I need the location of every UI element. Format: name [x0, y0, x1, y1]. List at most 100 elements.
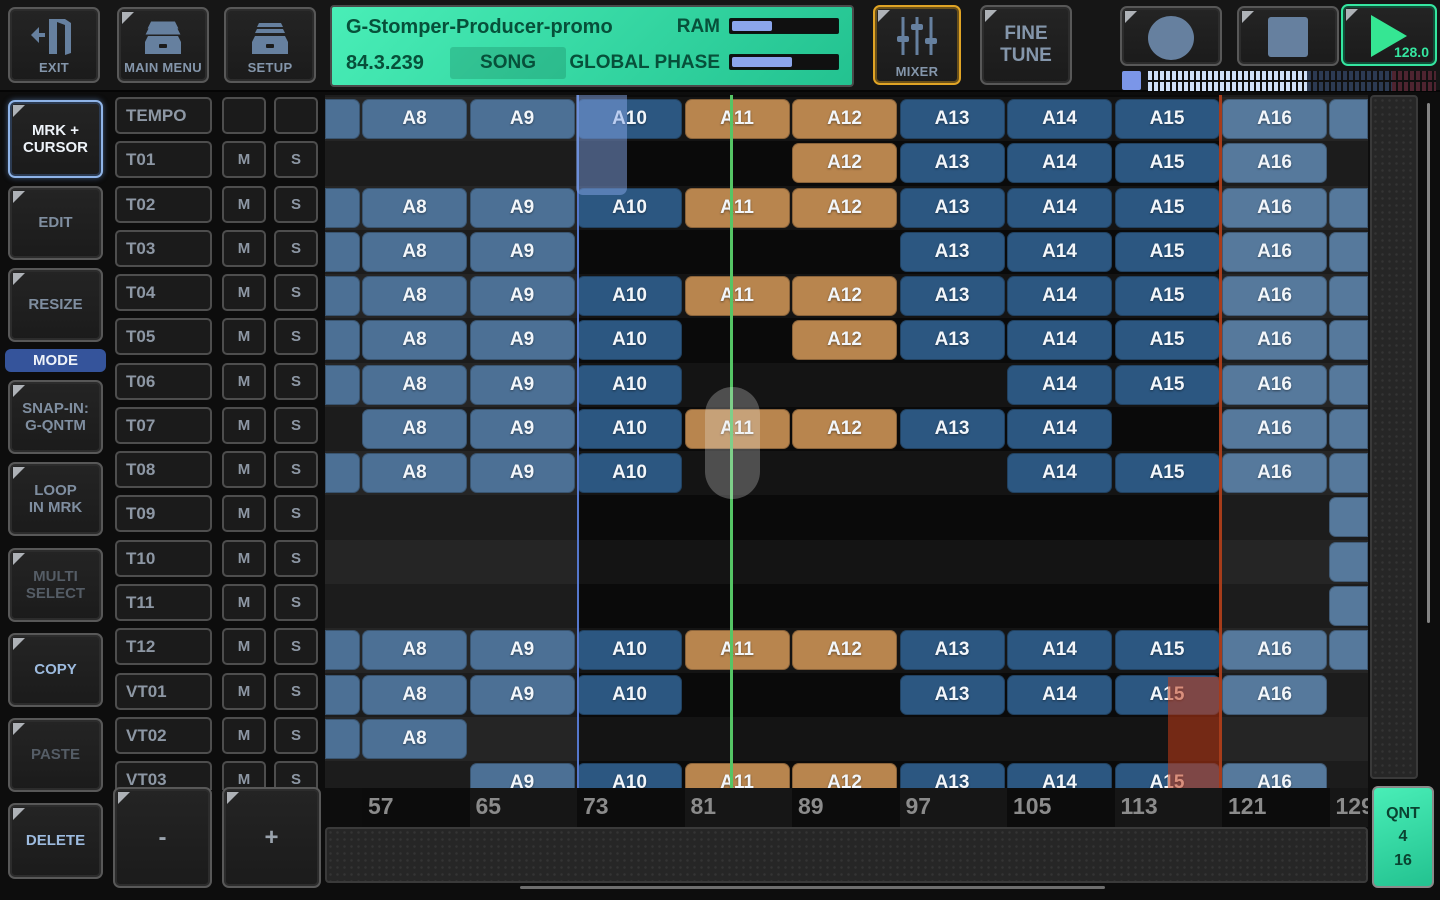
- exit-button[interactable]: EXIT: [8, 7, 100, 83]
- pattern-block-a14[interactable]: A14: [1007, 276, 1112, 316]
- pattern-block-partial[interactable]: [325, 630, 360, 670]
- pattern-block-partial[interactable]: [1329, 497, 1368, 537]
- song-position-meter[interactable]: [1122, 71, 1438, 91]
- track-label-t02[interactable]: T02: [115, 186, 212, 223]
- solo-button-t11[interactable]: S: [274, 584, 318, 621]
- pattern-block-partial[interactable]: [1329, 99, 1368, 139]
- pattern-block-a14[interactable]: A14: [1007, 232, 1112, 272]
- mute-button-t04[interactable]: M: [222, 274, 266, 311]
- pattern-block-a12[interactable]: A12: [792, 276, 897, 316]
- pattern-block-a10[interactable]: A10: [577, 276, 682, 316]
- pattern-block-a15[interactable]: A15: [1115, 276, 1220, 316]
- pattern-block-a12[interactable]: A12: [792, 99, 897, 139]
- sidebar-button-mrk-cursor[interactable]: MRK + CURSOR: [8, 100, 103, 178]
- zoom-out-button[interactable]: -: [113, 787, 212, 888]
- pattern-block-a11[interactable]: A11: [685, 188, 790, 228]
- track-label-t06[interactable]: T06: [115, 363, 212, 400]
- pattern-block-partial[interactable]: [1329, 365, 1368, 405]
- pattern-block-a13[interactable]: A13: [900, 188, 1005, 228]
- pattern-block-partial[interactable]: [1329, 232, 1368, 272]
- main-menu-button[interactable]: MAIN MENU: [117, 7, 209, 83]
- solo-button-t12[interactable]: S: [274, 628, 318, 665]
- solo-button-t02[interactable]: S: [274, 186, 318, 223]
- mute-button-vt01[interactable]: M: [222, 673, 266, 710]
- pattern-block-a12[interactable]: A12: [792, 630, 897, 670]
- solo-button-t05[interactable]: S: [274, 318, 318, 355]
- pattern-block-partial[interactable]: [1329, 586, 1368, 626]
- pattern-block-a13[interactable]: A13: [900, 276, 1005, 316]
- pattern-block-a13[interactable]: A13: [900, 409, 1005, 449]
- pattern-block-a16[interactable]: A16: [1222, 232, 1327, 272]
- pattern-block-a8[interactable]: A8: [362, 365, 467, 405]
- pattern-block-a14[interactable]: A14: [1007, 453, 1112, 493]
- mute-button-t02[interactable]: M: [222, 186, 266, 223]
- pattern-block-a9[interactable]: A9: [470, 453, 575, 493]
- pattern-block-partial[interactable]: [325, 320, 360, 360]
- pattern-block-a14[interactable]: A14: [1007, 188, 1112, 228]
- track-label-vt03[interactable]: VT03: [115, 761, 212, 790]
- pattern-block-a13[interactable]: A13: [900, 143, 1005, 183]
- pattern-block-a15[interactable]: A15: [1115, 630, 1220, 670]
- pattern-block-a14[interactable]: A14: [1007, 409, 1112, 449]
- track-label-t04[interactable]: T04: [115, 274, 212, 311]
- pattern-block-partial[interactable]: [1329, 409, 1368, 449]
- solo-button-t04[interactable]: S: [274, 274, 318, 311]
- mute-button-t01[interactable]: M: [222, 141, 266, 178]
- track-label-tempo[interactable]: TEMPO: [115, 97, 212, 134]
- sidebar-button-loop-in-mrk[interactable]: LOOP IN MRK: [8, 462, 103, 536]
- pattern-block-a9[interactable]: A9: [470, 409, 575, 449]
- pattern-block-partial[interactable]: [325, 276, 360, 316]
- pattern-block-a12[interactable]: A12: [792, 188, 897, 228]
- timeline-ruler[interactable]: 576573818997105113121129: [325, 788, 1368, 827]
- mute-button-t08[interactable]: M: [222, 451, 266, 488]
- record-button[interactable]: [1120, 6, 1222, 66]
- sidebar-button-multi-select[interactable]: MULTI SELECT: [8, 548, 103, 622]
- track-label-t03[interactable]: T03: [115, 230, 212, 267]
- pattern-block-partial[interactable]: [325, 232, 360, 272]
- pattern-block-a9[interactable]: A9: [470, 763, 575, 788]
- pattern-block-a11[interactable]: A11: [685, 763, 790, 788]
- pattern-block-a8[interactable]: A8: [362, 99, 467, 139]
- pattern-block-a10[interactable]: A10: [577, 453, 682, 493]
- sidebar-button-resize[interactable]: RESIZE: [8, 268, 103, 342]
- solo-button-t06[interactable]: S: [274, 363, 318, 400]
- mixer-button[interactable]: MIXER: [873, 5, 961, 85]
- track-label-t07[interactable]: T07: [115, 407, 212, 444]
- mute-button-t12[interactable]: M: [222, 628, 266, 665]
- pattern-block-a15[interactable]: A15: [1115, 232, 1220, 272]
- pattern-block-a16[interactable]: A16: [1222, 365, 1327, 405]
- pattern-block-a14[interactable]: A14: [1007, 143, 1112, 183]
- mute-button-t09[interactable]: M: [222, 495, 266, 532]
- track-label-t10[interactable]: T10: [115, 540, 212, 577]
- solo-button-t10[interactable]: S: [274, 540, 318, 577]
- solo-button-t07[interactable]: S: [274, 407, 318, 444]
- sidebar-button-edit[interactable]: EDIT: [8, 186, 103, 260]
- horizontal-zoom-scrollbar[interactable]: [325, 827, 1368, 883]
- solo-button-t03[interactable]: S: [274, 230, 318, 267]
- pattern-block-a9[interactable]: A9: [470, 99, 575, 139]
- setup-button[interactable]: SETUP: [224, 7, 316, 83]
- solo-button-vt01[interactable]: S: [274, 673, 318, 710]
- mute-button-vt02[interactable]: M: [222, 717, 266, 754]
- pattern-block-partial[interactable]: [1329, 276, 1368, 316]
- song-arranger-grid[interactable]: A8A9A10A11A12A13A14A15A16A12A13A14A15A16…: [325, 95, 1368, 788]
- pattern-block-a15[interactable]: A15: [1115, 99, 1220, 139]
- fine-tune-button[interactable]: FINE TUNE: [980, 5, 1072, 85]
- stop-button[interactable]: [1237, 6, 1339, 66]
- pattern-block-a12[interactable]: A12: [792, 320, 897, 360]
- pattern-block-a16[interactable]: A16: [1222, 453, 1327, 493]
- pattern-block-a8[interactable]: A8: [362, 719, 467, 759]
- pattern-block-a10[interactable]: A10: [577, 320, 682, 360]
- pattern-block-a8[interactable]: A8: [362, 630, 467, 670]
- pattern-block-a14[interactable]: A14: [1007, 630, 1112, 670]
- mute-button-t07[interactable]: M: [222, 407, 266, 444]
- pattern-block-a14[interactable]: A14: [1007, 763, 1112, 788]
- pattern-block-partial[interactable]: [1329, 542, 1368, 582]
- pattern-block-a10[interactable]: A10: [577, 409, 682, 449]
- pattern-block-partial[interactable]: [1329, 453, 1368, 493]
- sidebar-button-delete[interactable]: DELETE: [8, 803, 103, 879]
- pattern-block-a16[interactable]: A16: [1222, 276, 1327, 316]
- mute-button-vt03[interactable]: M: [222, 761, 266, 790]
- mute-button-t06[interactable]: M: [222, 363, 266, 400]
- pattern-block-a14[interactable]: A14: [1007, 365, 1112, 405]
